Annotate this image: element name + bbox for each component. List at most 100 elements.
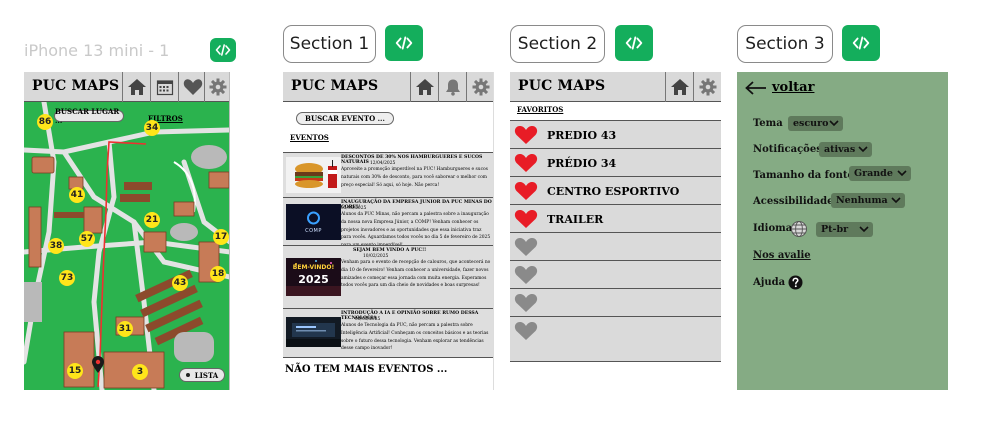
event-image-text: COMP xyxy=(305,228,322,234)
code-toggle-button[interactable] xyxy=(210,38,236,62)
event-image: COMP xyxy=(286,204,341,240)
language-value: Pt-br xyxy=(821,224,849,235)
campus-map[interactable]: BUSCAR LUGAR ... FILTROS 86 34 41 21 17 … xyxy=(24,102,229,390)
event-description: Aproveite a promoção imperdível na PUC! … xyxy=(341,167,488,188)
favorites-section-title: FAVORITOS xyxy=(517,105,564,114)
accessibility-label: Acessibilidade xyxy=(753,196,834,207)
favorite-item[interactable]: TRAILER xyxy=(510,204,721,232)
event-card[interactable]: INTRODUÇÃO A IA E OPINIÃO SOBRE RUMO DES… xyxy=(283,308,493,358)
event-card[interactable]: BEM-VINDO! 2025 SEJAM BEM VINDO A PUC!! … xyxy=(283,245,493,308)
help-label: Ajuda xyxy=(753,277,786,288)
heart-empty-icon[interactable] xyxy=(514,321,538,341)
chevron-down-icon xyxy=(858,146,868,153)
home-icon[interactable] xyxy=(410,72,438,102)
no-more-events-text: NÃO TEM MAIS EVENTOS ... xyxy=(285,364,448,375)
arrow-left-icon xyxy=(745,80,766,95)
settings-screen: voltar Tema escuro Notificações ativas T… xyxy=(737,72,948,390)
font-size-select[interactable]: Grande xyxy=(849,166,911,181)
globe-icon xyxy=(791,221,807,237)
font-size-value: Grande xyxy=(854,168,893,179)
location-marker-icon xyxy=(92,356,104,373)
favorite-item-empty[interactable] xyxy=(510,316,721,362)
favorite-item-empty[interactable] xyxy=(510,288,721,316)
help-icon[interactable] xyxy=(788,275,803,290)
event-image-text: 2025 xyxy=(298,273,329,286)
event-image: BEM-VINDO! 2025 xyxy=(286,258,341,296)
notifications-select[interactable]: ativas xyxy=(819,142,872,157)
code-toggle-button[interactable] xyxy=(842,25,880,61)
map-pin[interactable]: 86 xyxy=(37,114,53,130)
favorite-label: PRÉDIO 34 xyxy=(547,157,617,170)
map-pin[interactable]: 57 xyxy=(79,231,95,247)
heart-filled-icon[interactable] xyxy=(514,209,538,229)
section-2-label[interactable]: Section 2 xyxy=(510,25,605,63)
home-icon[interactable] xyxy=(665,72,693,102)
back-button[interactable]: voltar xyxy=(744,80,814,95)
code-toggle-button[interactable] xyxy=(385,25,423,61)
heart-icon[interactable] xyxy=(178,72,206,102)
heart-filled-icon[interactable] xyxy=(514,181,538,201)
search-event-input[interactable]: BUSCAR EVENTO ... xyxy=(296,112,394,125)
code-icon xyxy=(215,44,231,56)
app-title: PUC MAPS xyxy=(518,78,606,94)
code-icon xyxy=(625,36,643,50)
map-pin[interactable]: 15 xyxy=(67,363,83,379)
code-toggle-button[interactable] xyxy=(615,25,653,61)
heart-filled-icon[interactable] xyxy=(514,153,538,173)
theme-label: Tema xyxy=(753,118,783,129)
map-pin[interactable]: 31 xyxy=(117,321,133,337)
chevron-down-icon xyxy=(829,120,839,127)
map-pin[interactable]: 3 xyxy=(132,364,148,380)
map-pin[interactable]: 34 xyxy=(144,120,160,136)
favorite-item-empty[interactable] xyxy=(510,260,721,288)
language-select[interactable]: Pt-br xyxy=(816,222,873,237)
notifications-label: Notificações xyxy=(753,144,822,155)
heart-empty-icon[interactable] xyxy=(514,293,538,313)
accessibility-select[interactable]: Nenhuma xyxy=(831,193,905,208)
map-pin[interactable]: 38 xyxy=(48,238,64,254)
section-3-label[interactable]: Section 3 xyxy=(737,25,833,63)
gear-icon[interactable] xyxy=(466,72,493,102)
gear-icon[interactable] xyxy=(693,72,721,102)
code-icon xyxy=(395,36,413,50)
accessibility-value: Nenhuma xyxy=(836,195,888,206)
theme-value: escuro xyxy=(793,118,829,129)
favorite-label: PREDIO 43 xyxy=(547,129,617,142)
gear-icon[interactable] xyxy=(204,72,229,102)
event-card[interactable]: COMP INAUGURAÇÃO DA EMPRESA JUNIOR DA PU… xyxy=(283,197,493,248)
app-title: PUC MAPS xyxy=(32,78,120,94)
events-screen: PUC MAPS BUSCAR EVENTO ... EVENTOS DESCO… xyxy=(283,72,494,390)
event-image xyxy=(286,317,341,347)
map-pin[interactable]: 73 xyxy=(59,270,75,286)
home-icon[interactable] xyxy=(122,72,150,102)
favorite-label: TRAILER xyxy=(547,213,604,226)
favorite-item-empty[interactable] xyxy=(510,232,721,260)
map-pin[interactable]: 17 xyxy=(213,229,229,245)
top-bar: PUC MAPS xyxy=(510,72,721,102)
list-view-button[interactable]: LISTA xyxy=(179,368,225,382)
frame-label: iPhone 13 mini - 1 xyxy=(24,41,170,60)
notifications-value: ativas xyxy=(824,144,856,155)
favorite-item[interactable]: PRÉDIO 34 xyxy=(510,148,721,176)
rate-us-link[interactable]: Nos avalie xyxy=(753,250,811,261)
search-place-input[interactable]: BUSCAR LUGAR ... xyxy=(54,107,124,125)
chevron-down-icon xyxy=(859,226,869,233)
code-icon xyxy=(852,36,870,50)
top-bar: PUC MAPS xyxy=(283,72,493,102)
map-pin[interactable]: 18 xyxy=(210,266,226,282)
favorite-item[interactable]: PREDIO 43 xyxy=(510,120,721,148)
favorite-label: CENTRO ESPORTIVO xyxy=(547,185,680,198)
event-card[interactable]: DESCONTOS DE 30% NOS HAMBURGUERES E SUCO… xyxy=(283,152,493,197)
theme-select[interactable]: escuro xyxy=(788,116,843,131)
heart-filled-icon[interactable] xyxy=(514,125,538,145)
calendar-icon[interactable] xyxy=(150,72,178,102)
favorite-item[interactable]: CENTRO ESPORTIVO xyxy=(510,176,721,204)
map-pin[interactable]: 21 xyxy=(144,212,160,228)
heart-empty-icon[interactable] xyxy=(514,237,538,257)
bell-icon[interactable] xyxy=(438,72,466,102)
map-pin[interactable]: 43 xyxy=(172,275,188,291)
map-pin[interactable]: 41 xyxy=(69,187,85,203)
heart-empty-icon[interactable] xyxy=(514,265,538,285)
top-bar: PUC MAPS xyxy=(24,72,229,102)
section-1-label[interactable]: Section 1 xyxy=(283,25,376,63)
